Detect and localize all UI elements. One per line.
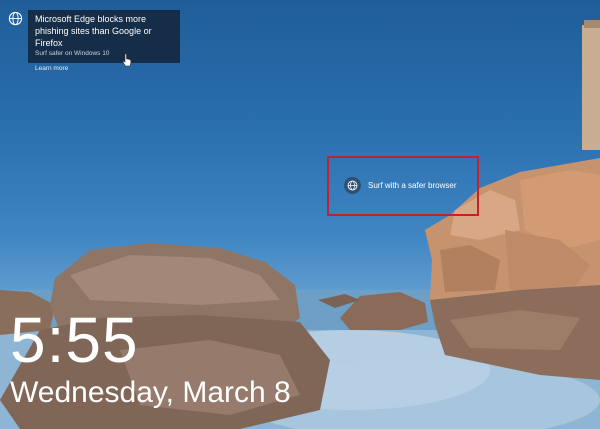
hotspot-label: Surf with a safer browser	[368, 181, 457, 190]
notification-globe-icon	[8, 11, 23, 26]
notification-title: Microsoft Edge blocks more phishing site…	[35, 14, 152, 48]
learn-more-link[interactable]: Learn more	[35, 65, 68, 72]
info-hotspot[interactable]: Surf with a safer browser	[344, 177, 456, 194]
notification-subtitle: Surf safer on Windows 10	[35, 50, 110, 57]
lock-screen: Microsoft Edge blocks more phishing site…	[0, 0, 600, 429]
lock-screen-time: 5:55	[10, 304, 139, 376]
hotspot-globe-icon	[344, 177, 361, 194]
hand-cursor-icon	[122, 53, 132, 67]
lock-screen-date: Wednesday, March 8	[10, 376, 291, 409]
notification-card[interactable]: Microsoft Edge blocks more phishing site…	[28, 10, 180, 72]
